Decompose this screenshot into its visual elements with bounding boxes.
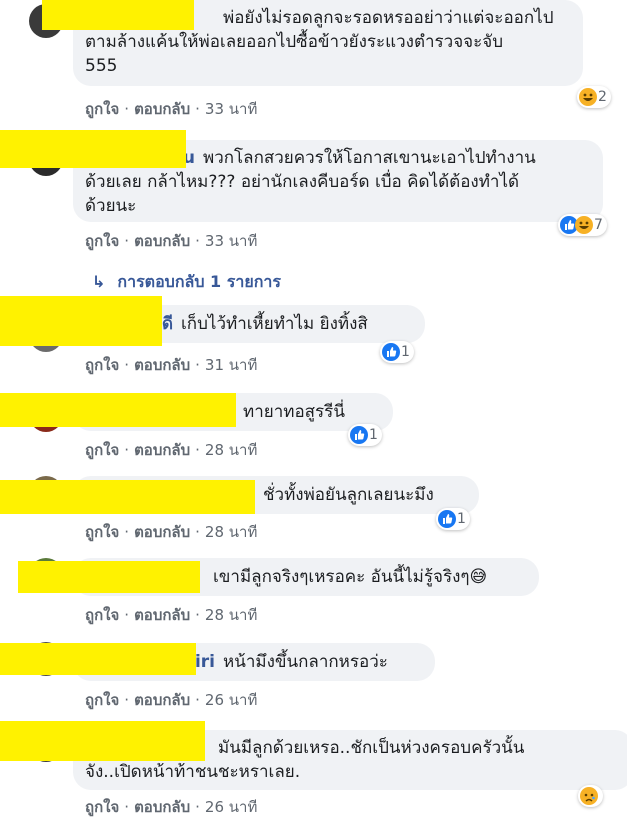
reaction-summary[interactable]: 1 [348,424,382,446]
like-link[interactable]: ถูกใจ [85,798,119,816]
comment-actions: ถูกใจ · ตอบกลับ · 28 นาที [85,523,258,541]
timestamp[interactable]: 33 นาที [205,100,257,118]
like-link[interactable]: ถูกใจ [85,232,119,250]
reply-link[interactable]: ตอบกลับ [134,691,190,709]
comment-actions: ถูกใจ · ตอบกลับ · 26 นาที [85,691,258,709]
comment-actions: ถูกใจ · ตอบกลับ · 33 นาที [85,232,258,250]
like-reaction-icon [350,426,368,444]
reply-link[interactable]: ตอบกลับ [134,356,190,374]
redaction [0,296,162,346]
comment-text: จัง..เปิดหน้าท้าชนชะหราเลย. [85,762,301,782]
reply-link[interactable]: ตอบกลับ [134,798,190,816]
like-link[interactable]: ถูกใจ [85,356,119,374]
reply-link[interactable]: ตอบกลับ [134,523,190,541]
reply-link[interactable]: ตอบกลับ [134,441,190,459]
comment-text: ด้วยนะ [85,196,137,216]
comment-actions: ถูกใจ · ตอบกลับ · 33 นาที [85,100,258,118]
timestamp[interactable]: 26 นาที [205,798,257,816]
comment-text: เก็บไว้ทำเหี้ยทำไม ยิงทิ้งสิ [181,314,368,334]
view-replies-link[interactable]: ↳ การตอบกลับ 1 รายการ [92,270,281,295]
redaction [0,130,186,168]
reaction-count: 1 [401,344,410,360]
comment-text: พ่อยังไม่รอดลูกจะรอดหรออย่าว่าแต่จะออกไป [223,8,554,28]
reaction-summary[interactable]: 1 [436,508,470,530]
redaction [0,480,255,514]
redaction [0,393,236,427]
reaction-count: 1 [369,427,378,443]
comment-actions: ถูกใจ · ตอบกลับ · 26 นาที [85,798,258,816]
reply-link[interactable]: ตอบกลับ [134,232,190,250]
comment-text: พวกโลกสวยควรให้โอกาสเขานะเอาไปทำงาน [203,148,536,168]
like-link[interactable]: ถูกใจ [85,691,119,709]
comment-text: ตามล้างแค้นให้พ่อเลยออกไปซื้อข้าวยังระแว… [85,32,504,52]
comment-text: ทายาทอสูรรีนี่ [243,402,345,422]
redaction [42,0,194,30]
redaction [18,561,200,593]
timestamp[interactable]: 31 นาที [205,356,257,374]
like-link[interactable]: ถูกใจ [85,606,119,624]
reply-link[interactable]: ตอบกลับ [134,100,190,118]
reaction-count: 7 [594,217,603,233]
sad-reaction-icon [580,787,598,805]
redaction [0,643,196,675]
comment-text: ด้วยเลย กล้าไหม??? อย่านักเลงคีบอร์ด เบื… [85,172,520,192]
comment-actions: ถูกใจ · ตอบกลับ · 28 นาที [85,606,258,624]
reaction-count: 1 [457,511,466,527]
haha-reaction-icon [575,216,593,234]
reply-link[interactable]: ตอบกลับ [134,606,190,624]
reaction-summary[interactable]: 1 [380,341,414,363]
timestamp[interactable]: 28 นาที [205,523,257,541]
reply-arrow-icon: ↳ [92,272,106,291]
comment-actions: ถูกใจ · ตอบกลับ · 28 นาที [85,441,258,459]
like-reaction-icon [438,510,456,528]
timestamp[interactable]: 26 นาที [205,691,257,709]
comment-text: หน้ามึงขึ้นกลากหรอว่ะ [223,652,388,672]
timestamp[interactable]: 33 นาที [205,232,257,250]
like-link[interactable]: ถูกใจ [85,100,119,118]
comment-actions: ถูกใจ · ตอบกลับ · 31 นาที [85,356,258,374]
comment-text: 555 [85,56,118,76]
timestamp[interactable]: 28 นาที [205,606,257,624]
reaction-count: 2 [598,89,607,105]
reaction-summary[interactable] [578,785,603,807]
like-reaction-icon [382,343,400,361]
haha-reaction-icon [579,88,597,106]
timestamp[interactable]: 28 นาที [205,441,257,459]
comment-text: เขามีลูกจริงๆเหรอคะ อันนี้ไม่รู้จริงๆ😅 [213,567,488,587]
reaction-summary[interactable]: 7 [558,214,607,236]
like-link[interactable]: ถูกใจ [85,523,119,541]
comment-text: ชั่วทั้งพ่อยันลูกเลยนะมึง [263,485,434,505]
like-link[interactable]: ถูกใจ [85,441,119,459]
comment-text: มันมีลูกด้วยเหรอ..ชักเป็นห่วงครอบครัวนั้… [218,738,525,758]
reaction-summary[interactable]: 2 [577,86,611,108]
redaction [0,721,205,761]
